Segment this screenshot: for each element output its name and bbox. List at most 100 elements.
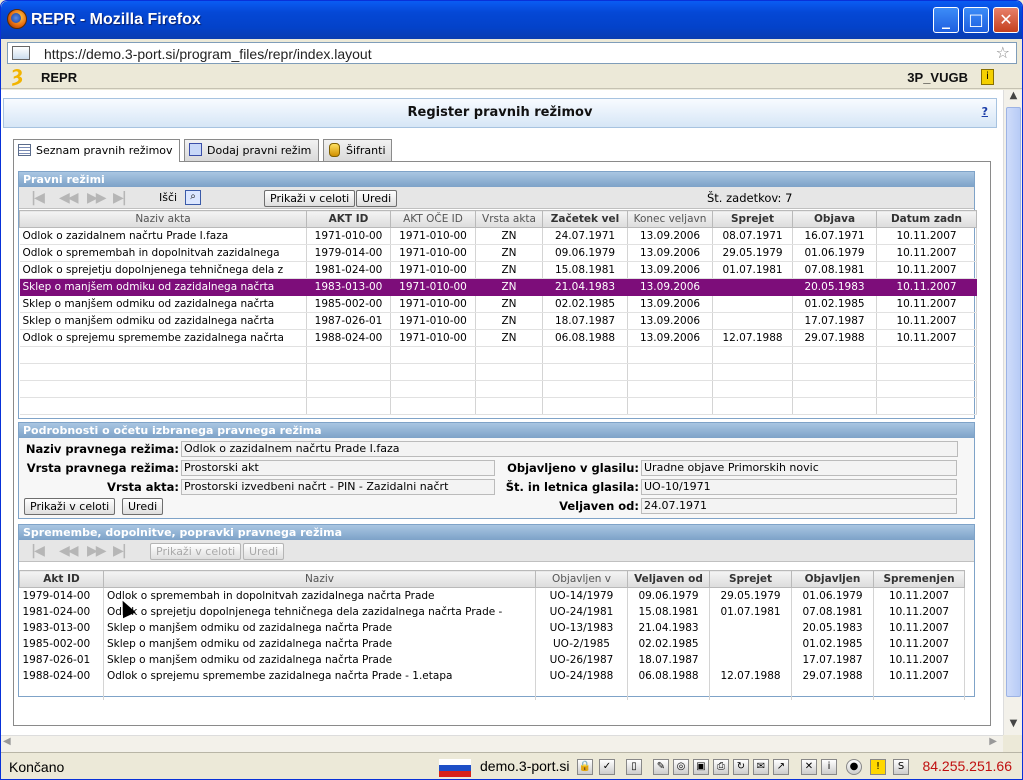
firefox-icon xyxy=(7,9,27,29)
table-cell: 01.07.1981 xyxy=(709,603,792,620)
table-row[interactable]: Odlok o sprejemu spremembe zazidalnega n… xyxy=(19,329,977,347)
mail-icon[interactable]: ✉ xyxy=(753,759,769,775)
last-page-icon[interactable]: ▶| xyxy=(113,190,127,206)
table-cell: 16.07.1971 xyxy=(792,227,877,245)
table-cell: Sklep o manjšem odmiku od zazidalnega na… xyxy=(103,635,536,652)
tab-seznam[interactable]: Seznam pravnih režimov xyxy=(13,139,180,162)
amend-edit-button[interactable]: Uredi xyxy=(243,543,285,560)
vertical-scrollbar[interactable]: ▲ ▼ xyxy=(1003,90,1022,735)
next-page-icon[interactable]: ▶▶ xyxy=(87,190,106,206)
globe-icon[interactable]: ◎ xyxy=(673,759,689,775)
s-icon[interactable]: S xyxy=(893,759,909,775)
minimize-button[interactable]: _ xyxy=(933,7,959,33)
table-cell: 10.11.2007 xyxy=(873,619,965,636)
table-cell: Odlok o sprejemu spremembe zazidalnega n… xyxy=(19,329,307,347)
column-header[interactable]: Objava xyxy=(792,210,877,228)
save-icon[interactable]: ▣ xyxy=(693,759,709,775)
column-header[interactable]: Datum zadn xyxy=(876,210,977,228)
horizontal-scrollbar[interactable]: ◀ ▶ xyxy=(1,735,1003,752)
column-header[interactable]: Akt ID xyxy=(19,570,104,588)
bookmark-star-icon[interactable]: ☆ xyxy=(996,43,1010,62)
table-cell: 07.08.1981 xyxy=(791,603,874,620)
table-row[interactable]: Sklep o manjšem odmiku od zazidalnega na… xyxy=(19,312,977,330)
table-row[interactable]: Sklep o manjšem odmiku od zazidalnega na… xyxy=(19,278,977,296)
column-header[interactable]: Veljaven od xyxy=(627,570,710,588)
page-title: Register pravnih režimov xyxy=(407,105,593,120)
table-row[interactable]: 1981-024-00 Odlok o sprejetju dopolnjeneg… xyxy=(19,603,965,620)
table-cell: 01.02.1985 xyxy=(792,295,877,313)
column-header[interactable]: Sprejet xyxy=(709,570,792,588)
first-page-icon[interactable]: |◀ xyxy=(31,543,45,559)
scroll-down-icon[interactable]: ▼ xyxy=(1004,718,1022,735)
info-icon[interactable]: i xyxy=(821,759,837,775)
scroll-thumb[interactable] xyxy=(1006,107,1021,697)
table-cell: Sklep o manjšem odmiku od zazidalnega na… xyxy=(103,619,536,636)
prev-page-icon[interactable]: ◀◀ xyxy=(59,190,78,206)
edit-button[interactable]: Uredi xyxy=(356,190,398,207)
table-cell: 10.11.2007 xyxy=(873,587,965,604)
page-icon[interactable]: ▯ xyxy=(626,759,642,775)
lock-icon[interactable]: 🔒 xyxy=(577,759,593,775)
column-header[interactable]: Sprejet xyxy=(712,210,793,228)
close-button[interactable]: ✕ xyxy=(993,7,1019,33)
table-row[interactable]: 1987-026-01 Sklep o manjšem odmiku od zaz… xyxy=(19,651,965,668)
chart-icon[interactable]: ↗ xyxy=(773,759,789,775)
scroll-left-icon[interactable]: ◀ xyxy=(3,736,11,747)
scroll-right-icon[interactable]: ▶ xyxy=(989,736,997,747)
table-row[interactable]: Odlok o spremembah in dopolnitvah zazida… xyxy=(19,244,977,262)
table-cell: 15.08.1981 xyxy=(542,261,628,279)
table-row[interactable]: 1983-013-00 Sklep o manjšem odmiku od zaz… xyxy=(19,619,965,636)
table-row[interactable]: 1985-002-00 Sklep o manjšem odmiku od zaz… xyxy=(19,635,965,652)
search-icon[interactable]: ⌕ xyxy=(185,190,201,205)
prev-page-icon[interactable]: ◀◀ xyxy=(59,543,78,559)
column-header[interactable]: Konec veljavn xyxy=(627,210,713,228)
refresh-icon[interactable]: ↻ xyxy=(733,759,749,775)
column-header[interactable]: Objavljen v xyxy=(535,570,628,588)
glasilo-label: Objavljeno v glasilu: xyxy=(507,461,639,475)
table-row[interactable]: 1988-024-00 Odlok o sprejemu spremembe za… xyxy=(19,667,965,684)
parent-show-all-button[interactable]: Prikaži v celoti xyxy=(24,498,116,515)
pen-icon[interactable]: ✎ xyxy=(653,759,669,775)
empty-cell xyxy=(709,683,792,700)
last-page-icon[interactable]: ▶| xyxy=(113,543,127,559)
column-header[interactable]: Objavljen xyxy=(791,570,874,588)
column-header[interactable]: Vrsta akta xyxy=(475,210,543,228)
column-header[interactable]: Naziv xyxy=(103,570,536,588)
empty-cell xyxy=(542,363,628,381)
table-cell: 10.11.2007 xyxy=(876,278,977,296)
table-cell xyxy=(712,312,793,330)
column-header[interactable]: Začetek vel xyxy=(542,210,628,228)
page-header: Register pravnih režimov ? xyxy=(3,98,997,128)
column-header[interactable]: AKT ID xyxy=(306,210,391,228)
table-cell: 01.06.1979 xyxy=(791,587,874,604)
check-icon[interactable]: ✓ xyxy=(599,759,615,775)
empty-cell xyxy=(712,346,793,364)
scroll-up-icon[interactable]: ▲ xyxy=(1004,90,1022,107)
empty-cell xyxy=(712,363,793,381)
column-header[interactable]: AKT OČE ID xyxy=(390,210,476,228)
next-page-icon[interactable]: ▶▶ xyxy=(87,543,106,559)
parent-edit-button[interactable]: Uredi xyxy=(122,498,164,515)
maximize-button[interactable]: □ xyxy=(963,7,989,33)
table-cell: 02.02.1985 xyxy=(627,635,710,652)
table-row[interactable]: Sklep o manjšem odmiku od zazidalnega na… xyxy=(19,295,977,313)
first-page-icon[interactable]: |◀ xyxy=(31,190,45,206)
column-header[interactable]: Spremenjen xyxy=(873,570,965,588)
table-row[interactable]: Odlok o zazidalnem načrtu Prade I.faza 19… xyxy=(19,227,977,245)
tools-icon[interactable]: ✕ xyxy=(801,759,817,775)
tab-sifranti[interactable]: Šifranti xyxy=(323,139,392,161)
column-header[interactable]: Naziv akta xyxy=(19,210,307,228)
table-row[interactable]: 1979-014-00 Odlok o spremembah in dopolni… xyxy=(19,587,965,604)
tab-dodaj[interactable]: Dodaj pravni režim xyxy=(184,139,319,161)
print-icon[interactable]: ⎙ xyxy=(713,759,729,775)
url-field[interactable]: https://demo.3-port.si/program_files/rep… xyxy=(7,42,1017,64)
help-link[interactable]: ? xyxy=(982,105,988,118)
table-row[interactable]: Odlok o sprejetju dopolnjenega tehničneg… xyxy=(19,261,977,279)
table-cell: 1981-024-00 xyxy=(19,603,104,620)
user-info-icon[interactable]: i xyxy=(981,69,994,85)
show-all-button[interactable]: Prikaži v celoti xyxy=(264,190,356,207)
table-cell: Sklep o manjšem odmiku od zazidalnega na… xyxy=(103,651,536,668)
warning-icon[interactable]: ! xyxy=(870,759,886,775)
circle-icon[interactable]: ● xyxy=(846,759,862,775)
amend-show-all-button[interactable]: Prikaži v celoti xyxy=(150,543,242,560)
